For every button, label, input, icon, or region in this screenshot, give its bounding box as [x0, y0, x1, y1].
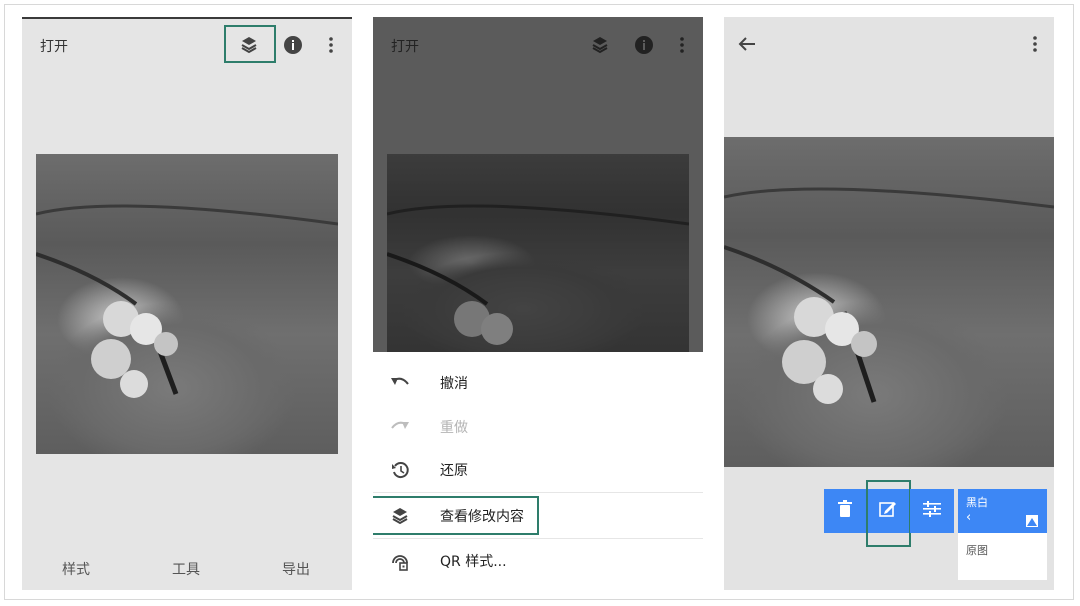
info-icon[interactable]: [282, 34, 304, 56]
photo-canvas[interactable]: [724, 137, 1054, 467]
menu-item-label: 重做: [440, 420, 468, 436]
delete-icon: [838, 500, 852, 522]
menu-item-undo[interactable]: 撤消: [373, 361, 703, 405]
chevron-left-icon[interactable]: ‹: [966, 510, 971, 525]
layer-thumbnail-icon: [1026, 515, 1038, 527]
layer-item-bw[interactable]: 黑白 ‹: [958, 489, 1047, 533]
info-icon[interactable]: [633, 34, 655, 56]
delete-button[interactable]: [824, 489, 866, 533]
tab-styles[interactable]: 样式: [62, 559, 90, 579]
tab-tools[interactable]: 工具: [172, 559, 200, 579]
open-button[interactable]: 打开: [40, 36, 68, 56]
menu-divider: [373, 492, 703, 493]
qr-style-icon: [389, 550, 411, 572]
layer-label: 黑白: [966, 496, 988, 509]
more-vert-icon[interactable]: [671, 34, 693, 56]
layers-icon: [389, 505, 411, 527]
layer-item-original[interactable]: 原图: [958, 533, 1047, 580]
layers-history-icon[interactable]: [589, 34, 611, 56]
tab-export[interactable]: 导出: [282, 559, 310, 579]
menu-item-label: 撤消: [440, 376, 468, 392]
photo-canvas[interactable]: [36, 154, 338, 454]
more-vert-icon[interactable]: [1024, 33, 1046, 55]
menu-item-label: 还原: [440, 463, 468, 479]
highlight-box-brush: [866, 480, 911, 547]
editor-screen-stack: 黑白 ‹ 原图: [724, 17, 1054, 590]
menu-item-redo[interactable]: 重做: [373, 405, 703, 449]
photo-canvas-dimmed: [387, 154, 689, 352]
menu-item-view-edits[interactable]: 查看修改内容: [373, 494, 703, 538]
menu-item-qr-style[interactable]: QR 样式...: [373, 539, 703, 583]
tune-icon: [923, 501, 941, 521]
undo-icon: [389, 372, 411, 394]
menu-item-label: 查看修改内容: [440, 509, 524, 525]
menu-item-restore[interactable]: 还原: [373, 448, 703, 492]
redo-icon: [389, 416, 411, 438]
open-button[interactable]: 打开: [391, 36, 419, 56]
layer-label: 原图: [966, 544, 988, 557]
editor-screen-menu: 打开 撤消 重做 还原 查看修改内容 QR 样式...: [373, 17, 703, 590]
editor-screen-main: 打开 样式 工具 导出: [22, 17, 352, 590]
top-divider: [22, 17, 352, 19]
tune-button[interactable]: [910, 489, 954, 533]
more-vert-icon[interactable]: [320, 34, 342, 56]
restore-icon: [389, 459, 411, 481]
layers-history-icon[interactable]: [238, 34, 260, 56]
back-arrow-icon[interactable]: [736, 33, 758, 55]
menu-item-label: QR 样式...: [440, 554, 507, 570]
